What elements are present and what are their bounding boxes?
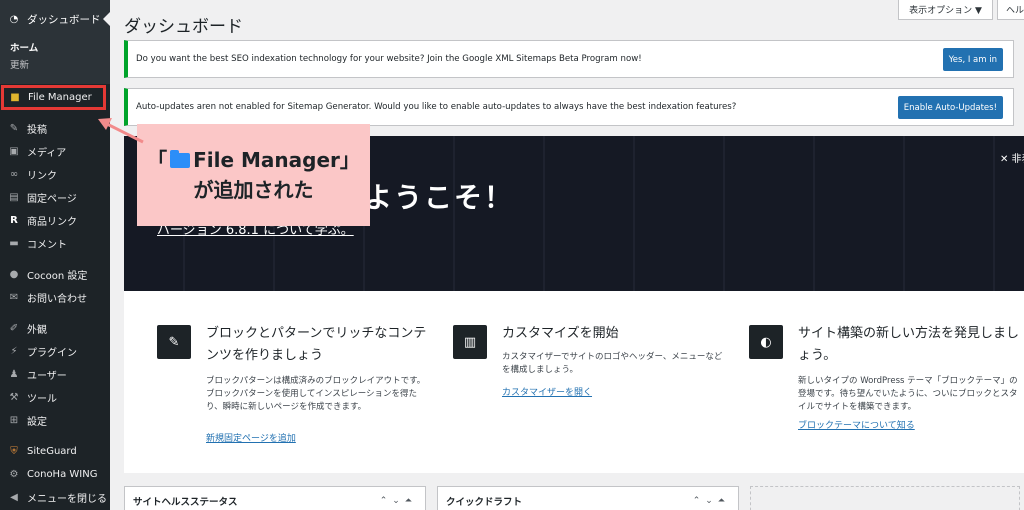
- welcome-columns: ✎ ブロックとパターンでリッチなコンテンツを作りましょう ブロックパターンは構成…: [124, 291, 1024, 473]
- welcome-title: ようこそ！: [364, 181, 515, 214]
- siteguard-icon: ⛨: [10, 446, 18, 457]
- box-title: クイックドラフト: [446, 497, 523, 508]
- sidebar-item-pages[interactable]: ▤ 固定ページ: [0, 186, 110, 209]
- sidebar-item-label: 設定: [27, 417, 47, 428]
- block-theme-link[interactable]: ブロックテーマについて知る: [798, 418, 915, 431]
- sidebar-item-label: File Manager: [28, 92, 92, 103]
- comment-icon: ▬: [9, 238, 19, 249]
- box-controls[interactable]: ⌃⌄⏶: [693, 496, 730, 506]
- sidebar-item-label: ダッシュボード: [27, 13, 101, 26]
- column-body: ブロックパターンは構成済みのブロックレイアウトです。ブロックパターンを使用してイ…: [206, 376, 426, 412]
- dashboard-icon: ◔: [9, 13, 19, 25]
- sidebar-item-label: 商品リンク: [27, 217, 77, 228]
- dashboard-submenu: ホーム 更新: [0, 38, 110, 84]
- mail-icon: ✉: [9, 292, 19, 303]
- sidebar-item-label: リンク: [27, 171, 57, 182]
- sidebar-item-label: 外観: [27, 325, 47, 336]
- sidebar-item-cocoon[interactable]: ● Cocoon 設定: [0, 263, 110, 286]
- empty-drop-zone: [750, 486, 1020, 510]
- contrast-icon: ◐: [749, 325, 783, 359]
- page-title: ダッシュボード: [124, 17, 243, 37]
- sidebar-item-label: SiteGuard: [27, 446, 77, 457]
- screen-options-button[interactable]: 表示オプション ▼: [898, 0, 993, 20]
- sidebar-item-file-manager[interactable]: ■ File Manager: [1, 85, 106, 110]
- sidebar-item-contact[interactable]: ✉ お問い合わせ: [0, 286, 110, 309]
- auto-update-notice: Auto-updates aren not enabled for Sitema…: [124, 88, 1014, 126]
- conoha-icon: ⚙: [9, 469, 19, 480]
- notice-text: Auto-updates aren not enabled for Sitema…: [136, 102, 737, 112]
- cocoon-icon: ●: [9, 269, 19, 280]
- add-new-page-link[interactable]: 新規固定ページを追加: [206, 431, 296, 444]
- seo-beta-notice: Do you want the best SEO indexation tech…: [124, 40, 1014, 78]
- collapse-menu-button[interactable]: ◀ メニューを閉じる: [0, 486, 110, 509]
- plugin-icon: ⚡: [10, 346, 18, 357]
- link-icon: ∞: [9, 169, 19, 180]
- sidebar-item-comments[interactable]: ▬ コメント: [0, 232, 110, 255]
- sidebar-item-media[interactable]: ▣ メディア: [0, 140, 110, 163]
- sidebar-item-label: Cocoon 設定: [27, 271, 88, 282]
- submenu-item-updates[interactable]: 更新: [10, 57, 110, 74]
- sidebar-item-label: ConoHa WING: [27, 469, 98, 480]
- edit-icon: ✎: [157, 325, 191, 359]
- sidebar-item-users[interactable]: ♟ ユーザー: [0, 363, 110, 386]
- open-customizer-link[interactable]: カスタマイザーを開く: [502, 385, 592, 398]
- brush-icon: ✐: [9, 323, 19, 334]
- column-heading: ブロックとパターンでリッチなコンテンツを作りましょう: [206, 326, 427, 363]
- sidebar-item-links[interactable]: ∞ リンク: [0, 163, 110, 186]
- layout-icon: ▥: [453, 325, 487, 359]
- sidebar-item-posts[interactable]: ✎ 投稿: [0, 117, 110, 140]
- pin-icon: ✎: [9, 123, 19, 134]
- folder-icon: ■: [10, 92, 20, 103]
- sidebar-item-label: お問い合わせ: [27, 294, 87, 305]
- callout-line-1: 「File Manager」: [147, 148, 360, 172]
- box-title: サイトヘルスステータス: [133, 497, 238, 508]
- settings-icon: ⊞: [9, 415, 19, 426]
- enable-auto-updates-button[interactable]: Enable Auto-Updates!: [897, 96, 1003, 119]
- sidebar-item-label: コメント: [27, 240, 67, 251]
- quick-draft-box: クイックドラフト ⌃⌄⏶: [437, 486, 739, 510]
- media-icon: ▣: [9, 146, 19, 157]
- submenu-item-home[interactable]: ホーム: [10, 40, 110, 57]
- callout-line-2: が追加された: [193, 178, 314, 202]
- sidebar-item-tools[interactable]: ⚒ ツール: [0, 386, 110, 409]
- admin-sidebar: ◔ ダッシュボード ホーム 更新 ✎ 投稿 ▣ メディア ∞ リンク ▤ 固定ページ R…: [0, 0, 110, 510]
- column-heading: サイト構築の新しい方法を発見しましょう。: [798, 326, 1020, 363]
- sidebar-item-label: メディア: [27, 148, 67, 159]
- box-controls[interactable]: ⌃⌄⏶: [380, 496, 417, 506]
- annotation-callout: 「File Manager」 が追加された: [137, 124, 370, 226]
- sidebar-item-label: プラグイン: [27, 348, 77, 359]
- sidebar-item-label: ユーザー: [27, 371, 67, 382]
- page-icon: ▤: [9, 192, 19, 203]
- sidebar-item-dashboard[interactable]: ◔ ダッシュボード: [0, 0, 110, 38]
- help-button[interactable]: ヘル: [997, 0, 1024, 20]
- sidebar-item-plugins[interactable]: ⚡ プラグイン: [0, 340, 110, 363]
- column-heading: カスタマイズを開始: [502, 326, 619, 341]
- column-body: 新しいタイプの WordPress テーマ「ブロックテーマ」の登場です。待ち望ん…: [798, 376, 1018, 412]
- column-body: カスタマイザーでサイトのロゴやヘッダー、メニューなどを構成しましょう。: [502, 352, 723, 375]
- folder-icon: [170, 150, 191, 168]
- sidebar-item-label: メニューを閉じる: [27, 494, 107, 505]
- collapse-icon: ◀: [10, 492, 18, 503]
- sidebar-item-label: 投稿: [27, 125, 47, 136]
- wrench-icon: ⚒: [9, 392, 19, 403]
- sidebar-item-label: ツール: [27, 394, 57, 405]
- sidebar-item-conoha[interactable]: ⚙ ConoHa WING: [0, 463, 110, 486]
- user-icon: ♟: [9, 369, 19, 380]
- sidebar-item-settings[interactable]: ⊞ 設定: [0, 409, 110, 432]
- sidebar-item-label: 固定ページ: [27, 194, 77, 205]
- notice-text: Do you want the best SEO indexation tech…: [136, 54, 642, 64]
- sidebar-item-siteguard[interactable]: ⛨ SiteGuard: [0, 440, 110, 463]
- r-icon: R: [10, 215, 18, 226]
- sidebar-item-appearance[interactable]: ✐ 外観: [0, 317, 110, 340]
- site-health-box: サイトヘルスステータス ⌃⌄⏶: [124, 486, 426, 510]
- join-beta-button[interactable]: Yes, I am in: [942, 48, 1003, 71]
- sidebar-item-product-links[interactable]: R 商品リンク: [0, 209, 110, 232]
- dismiss-welcome-button[interactable]: ✕ 非表: [1000, 150, 1024, 165]
